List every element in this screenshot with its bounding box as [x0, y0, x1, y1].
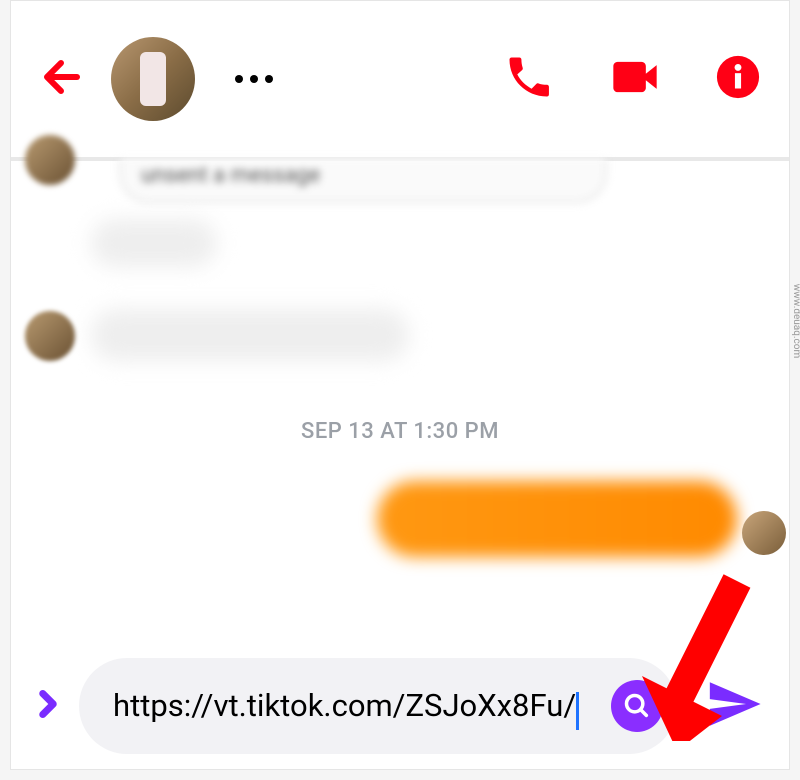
timestamp-divider: SEP 13 AT 1:30 PM [11, 419, 789, 444]
more-button[interactable] [225, 65, 283, 93]
send-button[interactable] [687, 667, 769, 745]
outgoing-message-blurred [377, 481, 737, 557]
incoming-message-blurred [91, 309, 409, 361]
chat-header [11, 1, 789, 161]
message-input[interactable]: https://vt.tiktok.com/ZSJoXx8Fu/ [79, 658, 677, 754]
expand-button[interactable] [27, 683, 69, 729]
incoming-message-blurred [91, 219, 217, 267]
message-input-text: https://vt.tiktok.com/ZSJoXx8Fu/ [113, 686, 599, 726]
sender-avatar [742, 511, 786, 555]
video-icon[interactable] [609, 51, 661, 107]
watermark: www.deuaq.com [791, 284, 800, 359]
chat-body: unsent a message SEP 13 AT 1:30 PM [11, 161, 789, 647]
composer: https://vt.tiktok.com/ZSJoXx8Fu/ [11, 647, 789, 765]
contact-avatar[interactable] [111, 37, 195, 121]
text-cursor [576, 692, 579, 730]
search-icon[interactable] [611, 680, 663, 732]
message-avatar [25, 135, 75, 185]
phone-icon[interactable] [503, 51, 555, 107]
info-icon[interactable] [715, 54, 761, 104]
message-avatar [25, 311, 75, 361]
app-window: unsent a message SEP 13 AT 1:30 PM [10, 0, 790, 770]
back-button[interactable] [39, 53, 87, 105]
system-message-text: unsent a message [121, 159, 605, 192]
system-message-bubble: unsent a message [119, 159, 607, 203]
